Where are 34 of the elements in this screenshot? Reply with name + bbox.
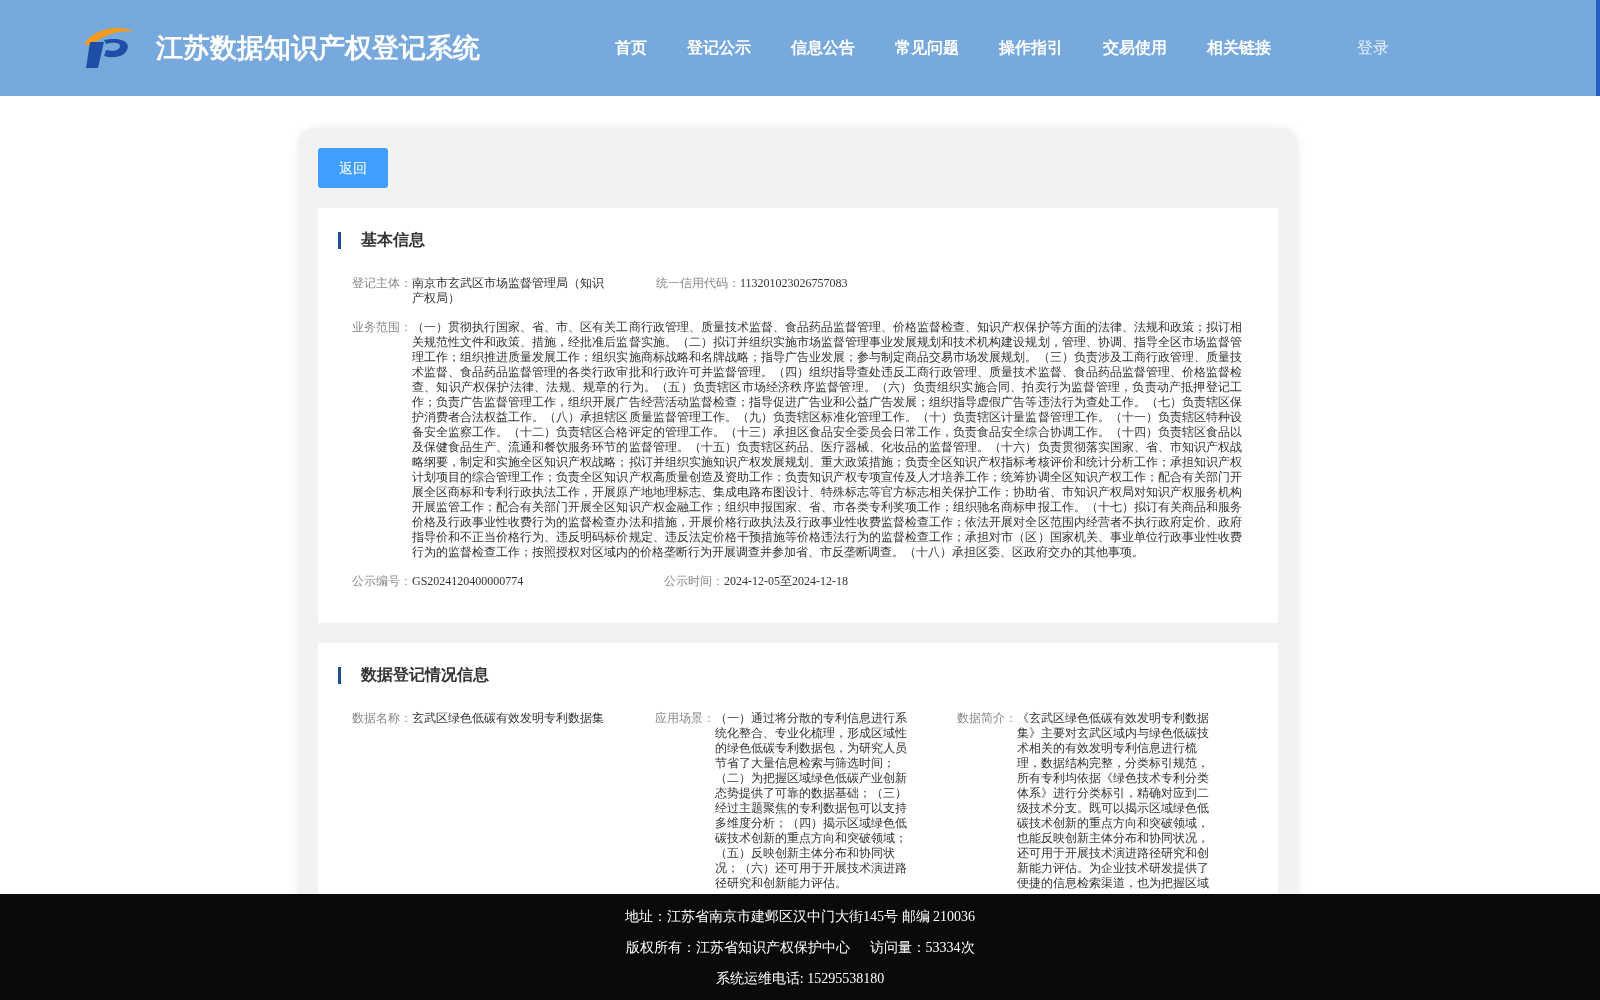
field-value: 玄武区绿色低碳有效发明专利数据集 <box>412 711 605 726</box>
section-title: 基本信息 <box>361 230 425 250</box>
footer-address: 地址：江苏省南京市建邺区汉中门大街145号 邮编 210036 <box>625 907 975 926</box>
field-value: 2024-12-05至2024-12-18 <box>724 574 849 589</box>
site-title: 江苏数据知识产权登记系统 <box>156 31 480 65</box>
field-label: 应用场景： <box>653 711 715 727</box>
field-label: 登记主体： <box>351 276 412 292</box>
nav-link[interactable]: 首页 <box>615 36 647 60</box>
field-label: 公示编号： <box>351 574 412 589</box>
field-value: 南京市玄武区市场监督管理局（知识产权局） <box>412 276 605 306</box>
field-value: （一）通过将分散的专利信息进行系统化整合、专业化梳理，形成区域性的绿色低碳专利数据包，为研究人员节省了大量信息检索与筛选时间；（二）为把握区域绿色低碳产业创新态势提供了可靠的数据基础；（三）经过主题聚焦的专利数据包可以支持多维度分析；（四）揭示区域绿色低碳技术创新的重点方向和突破领域；（五）反映创新主体分布和协同状况；（六）还可用于开展技术演进路径研究和创新能力评估。 <box>714 711 908 891</box>
footer-copyright: 版权所有：江苏省知识产权保护中心 <box>625 938 850 957</box>
footer-phone: 系统运维电话: 15295538180 <box>715 969 885 988</box>
field-value: （一）贯彻执行国家、省、市、区有关工商行政管理、质量技术监督、食品药品监督管理、价格监督检查、知识产权保护等方面的法律、法规和政策；拟订相关规范性文件和政策、措施，经批准后监督实施。（二）拟订并组织实施市场监督管理事业发展规划和技术机构建设规划，管理、协调、指导全区市场监督管理工作；组织推进质量发展工作；组织实施商标战略和名牌战略；指导广告业发展；参与制定商品交易市场发展规划。（三）负责涉及工商行政管理、质量技术监督、食品药品监督管理的各类行政审批和行政许可并监督管理。（四）组织指导查处违反工商行政管理、质量技术监督、食品药品监督管理、价格监督检查、知识产权保护法律、法规、规章的行为。（五）负责辖区市场经济秩序监督管理。（六）负责组织实施合同、拍卖行为监督管理，负责动产抵押登记工作；负责广告监督管理工作，组织开展广告经营活动监督检查；指导促进广告业和公益广告发展；组织指导虚假广告等违法行为查处工作。（七）负责辖区保护消费者合法权益工作。（八）承担辖区质量监督管理工作。（九）负责辖区标准化管理工作。（十）负责辖区计量监督管理工作。（十一）负责辖区特种设备安全监察工作。（十二）负责辖区合格评定的管理工作。（十三）承担区食品安全委员会日常工作，负责食品安全综合协调工作。（十四）负责辖区食品以及保健食品生产、流通和餐饮服务环节的监督管理。（十五）负责辖区药品、医疗器械、化妆品的监督管理。（十六）负责贯彻落实国家、省、市知识产权战略纲要，制定和实施全区知识产权战略；拟订并组织实施知识产权发展规划、重大政策措施；负责全区知识产权指标考核评价和统计分析工作；承担知识产权计划项目的综合管理工作；负责全区知识产权高质量创造及资助工作；负责知识产权专项宣传及人才培养工作；统筹协调全区知识产权工作；配合有关部门开展全区商标和专利行政执法工作，开展原产地地理标志、集成电路布图设计、特殊标志等官方标志相关保护工作；协助省、市知识产权局对知识产权服务机构开展监管工作；配合有关部门开展全区知识产权金融工作；组织申报国家、省、市各类专利奖项工作；组织驰名商标申报工作。（十七）拟订有关商品和服务价格及行政事业性收费行为的监督检查办法和措施，开展价格行政执法及行政事业性收费监督检查工作；依法开展对全区范围内经营者不执行政府定价、政府指导价和不正当价格行为、违反明码标价规定、违反法定价格干预措施等价格违法行为的监督检查工作；承担对市（区）国家机关、事业单位行政事业性收费行为的监督检查工作；按照授权对区域内的价格垄断行为开展调查并参加省、市反垄断调查。（十八）承担区委、区政府交办的其他事项。 <box>412 320 1242 560</box>
back-button[interactable]: 返回 <box>318 148 388 188</box>
login-link[interactable]: 登录 <box>1357 36 1389 60</box>
section-title: 数据登记情况信息 <box>361 665 489 685</box>
field-value: 《玄武区绿色低碳有效发明专利数据集》主要对玄武区域内与绿色低碳技术相关的有效发明专利信息进行梳理，数据结构完整，分类标引规范，所有专利均依据《绿色技术专利分类体系》进行分类标引，精确对应到二级技术分支。既可以揭示区域绿色低碳技术创新的重点方向和突破领域，也能反映创新主体分布和协同状况，还可用于开展技术演进路径研究和创新能力评估。为企业技术研发提供了便捷的信息检索渠道，也为把握区域 <box>1017 711 1211 891</box>
nav-link[interactable]: 相关链接 <box>1207 36 1271 60</box>
title-marker <box>338 666 341 684</box>
title-marker <box>338 231 341 249</box>
field-label: 数据简介： <box>956 711 1018 727</box>
nav-link[interactable]: 常见问题 <box>895 36 959 60</box>
nav-link[interactable]: 交易使用 <box>1103 36 1167 60</box>
field-value: 113201023026757083 <box>740 276 849 291</box>
field-label: 业务范围： <box>351 320 412 336</box>
nav-link[interactable]: 登记公示 <box>687 36 751 60</box>
nav-link[interactable]: 信息公告 <box>791 36 855 60</box>
field-label: 统一信用代码： <box>655 276 740 291</box>
field-value: GS2024120400000774 <box>412 574 525 589</box>
field-label: 公示时间： <box>663 574 724 589</box>
visit-count: 访问量：53334次 <box>869 938 975 957</box>
field-label: 数据名称： <box>351 711 412 726</box>
nav-link[interactable]: 操作指引 <box>999 36 1063 60</box>
